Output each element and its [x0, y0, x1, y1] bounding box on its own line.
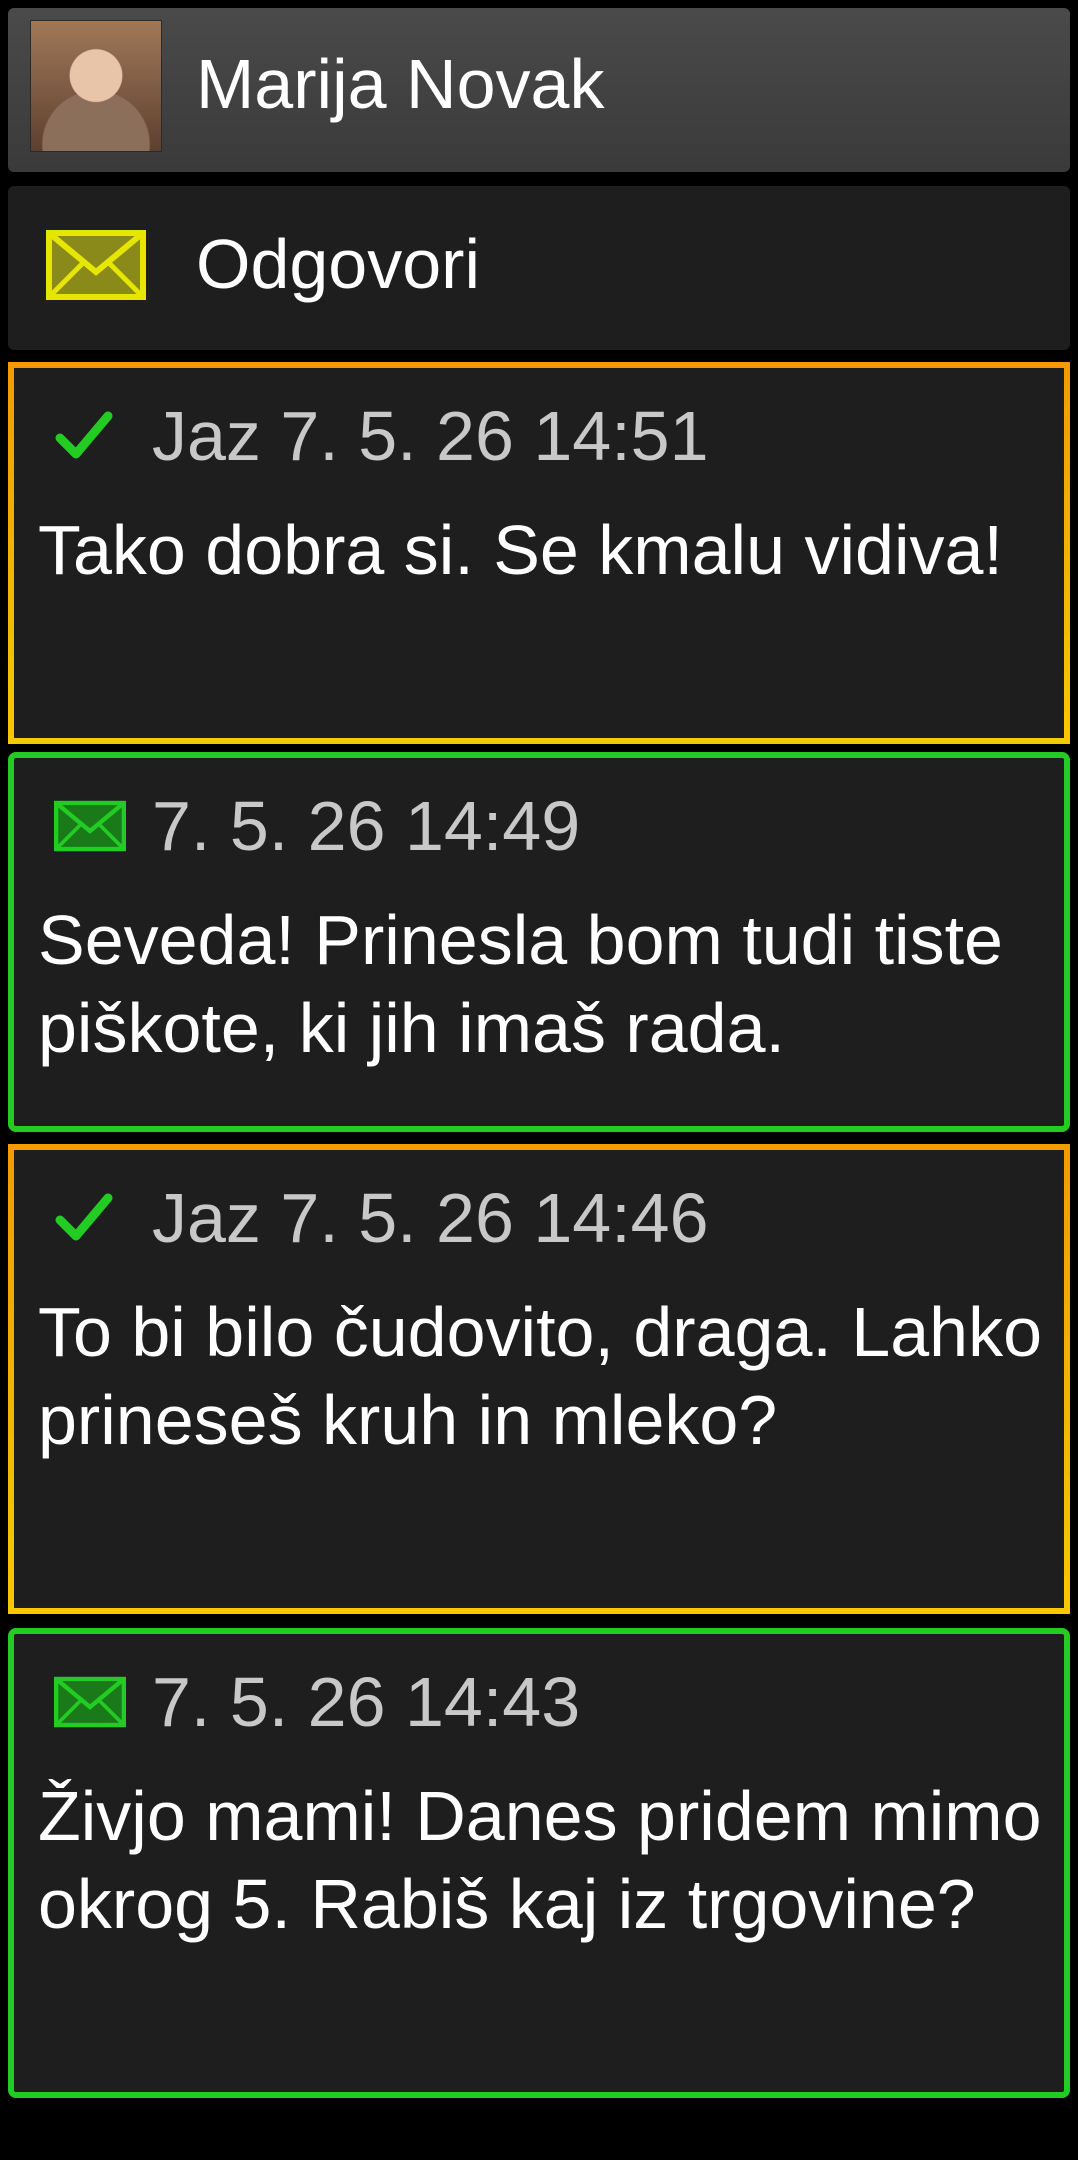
message-item[interactable]: 7. 5. 26 14:43 Živjo mami! Danes pridem …: [8, 1628, 1070, 2098]
envelope-icon: [54, 1662, 142, 1742]
message-item[interactable]: Jaz 7. 5. 26 14:51 Tako dobra si. Se kma…: [8, 362, 1070, 744]
check-icon: [54, 1178, 142, 1258]
message-meta: 7. 5. 26 14:43: [152, 1663, 581, 1741]
message-item[interactable]: 7. 5. 26 14:49 Seveda! Prinesla bom tudi…: [8, 752, 1070, 1132]
message-item[interactable]: Jaz 7. 5. 26 14:46 To bi bilo čudovito, …: [8, 1144, 1070, 1614]
message-text: Seveda! Prinesla bom tudi tiste piškote,…: [38, 901, 1003, 1067]
message-meta: Jaz 7. 5. 26 14:46: [152, 1179, 709, 1257]
message-text: Tako dobra si. Se kmalu vidiva!: [38, 511, 1003, 589]
message-meta: Jaz 7. 5. 26 14:51: [152, 397, 709, 475]
reply-label: Odgovori: [196, 225, 481, 303]
message-text: Živjo mami! Danes pridem mimo okrog 5. R…: [38, 1777, 1042, 1943]
envelope-icon: [46, 230, 146, 305]
envelope-icon: [54, 786, 142, 866]
contact-name: Marija Novak: [196, 45, 605, 123]
contact-avatar: [30, 20, 162, 152]
message-text: To bi bilo čudovito, draga. Lahko prines…: [38, 1293, 1042, 1459]
contact-header[interactable]: Marija Novak: [8, 8, 1070, 172]
check-icon: [54, 396, 142, 476]
message-meta: 7. 5. 26 14:49: [152, 787, 581, 865]
reply-button[interactable]: Odgovori: [8, 186, 1070, 350]
